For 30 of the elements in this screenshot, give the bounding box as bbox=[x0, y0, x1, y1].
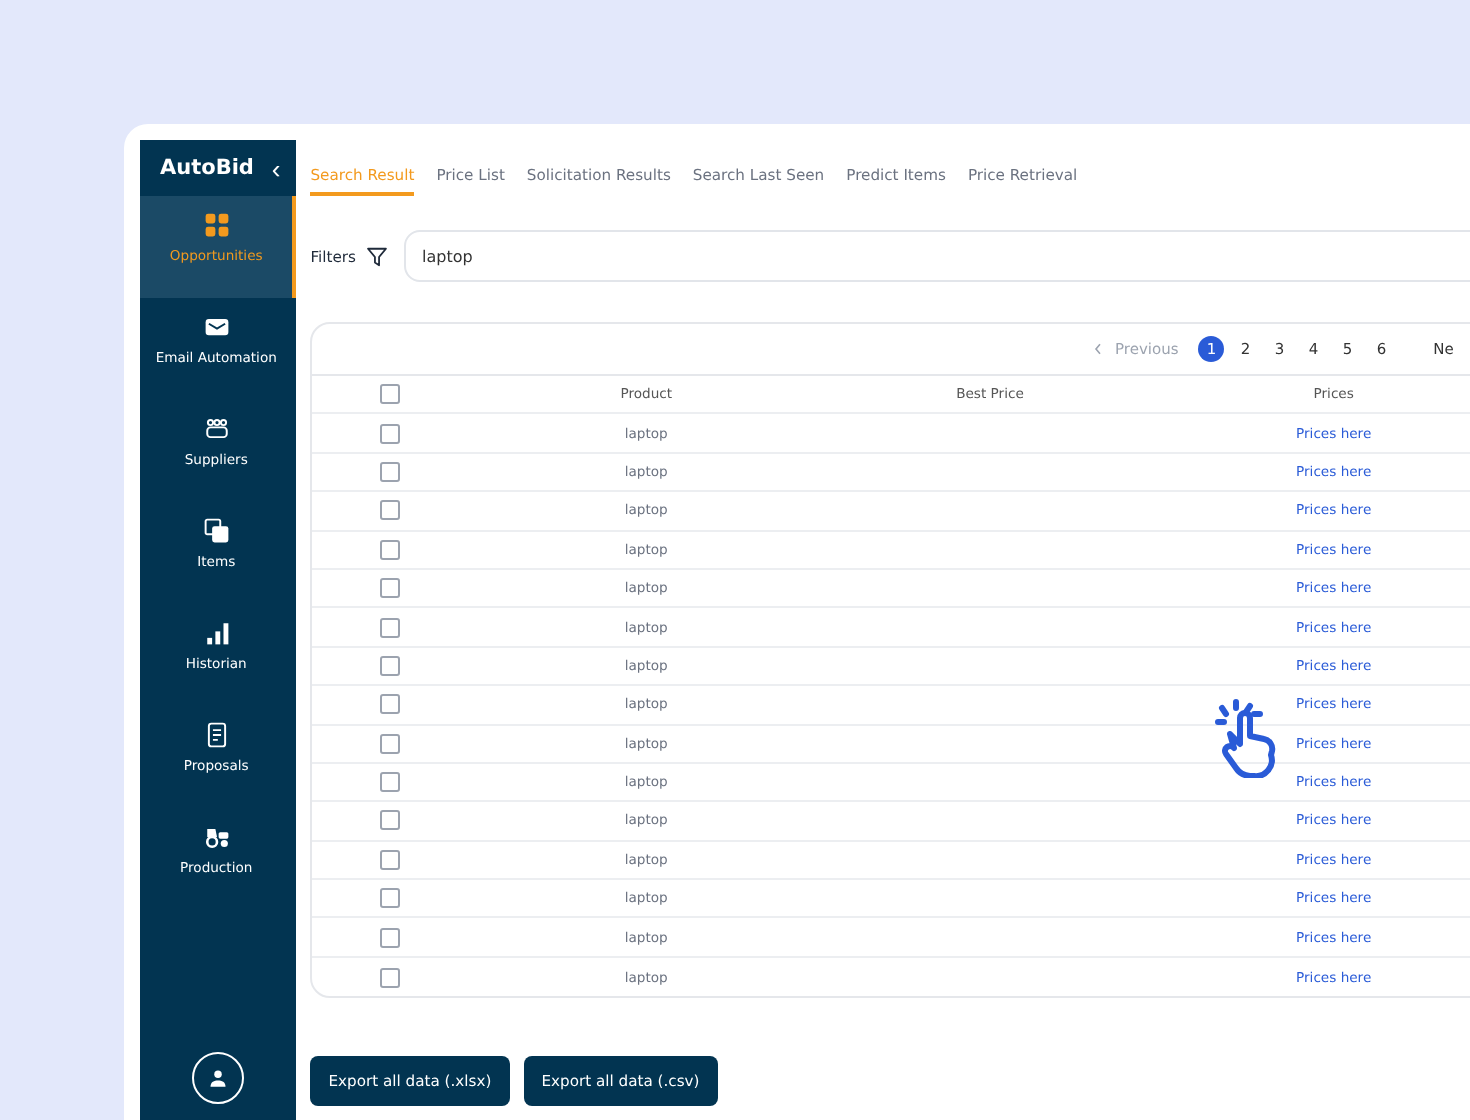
stacked-squares-icon bbox=[203, 518, 230, 544]
checkbox[interactable] bbox=[379, 461, 400, 482]
checkbox[interactable] bbox=[379, 694, 400, 715]
checkbox[interactable] bbox=[379, 655, 400, 676]
checkbox[interactable] bbox=[379, 849, 400, 870]
collapse-button[interactable]: ‹ bbox=[267, 153, 285, 183]
grid-icon bbox=[203, 212, 230, 238]
checkbox[interactable] bbox=[379, 384, 400, 405]
people-icon bbox=[203, 416, 230, 442]
checkbox[interactable] bbox=[379, 810, 400, 831]
checkbox[interactable] bbox=[379, 967, 400, 988]
checkbox[interactable] bbox=[379, 772, 400, 793]
checkbox[interactable] bbox=[379, 888, 400, 909]
envelope-icon bbox=[203, 314, 230, 340]
filter-icon[interactable] bbox=[366, 245, 388, 267]
checkbox[interactable] bbox=[379, 927, 400, 948]
checkbox[interactable] bbox=[379, 617, 400, 638]
checkbox[interactable] bbox=[379, 423, 400, 444]
user-avatar-button[interactable] bbox=[192, 1052, 245, 1104]
document-icon bbox=[203, 722, 230, 748]
brand-name: AutoBid bbox=[160, 156, 254, 180]
checkbox[interactable] bbox=[379, 500, 400, 521]
checkbox[interactable] bbox=[379, 733, 400, 754]
filter-input[interactable]: laptop bbox=[404, 230, 1470, 282]
checkbox[interactable] bbox=[379, 578, 400, 599]
user-icon bbox=[208, 1068, 229, 1088]
checkbox[interactable] bbox=[379, 539, 400, 560]
bar-chart-icon bbox=[203, 620, 230, 646]
chevron-left-icon bbox=[1093, 342, 1102, 356]
tractor-icon bbox=[203, 824, 230, 850]
